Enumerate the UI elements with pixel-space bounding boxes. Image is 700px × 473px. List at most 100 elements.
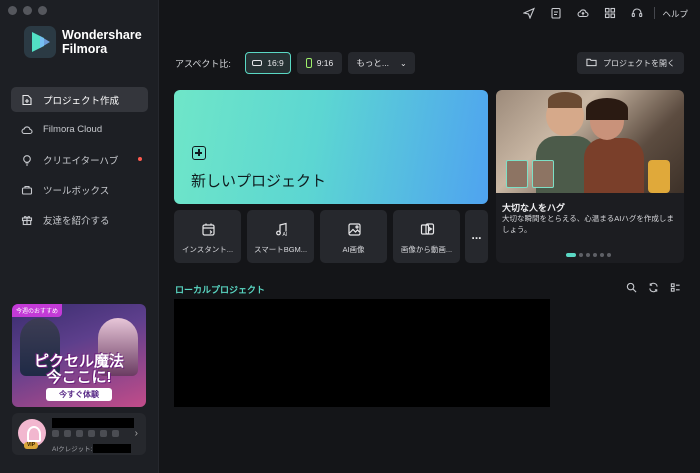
instant-mode-icon [200,221,216,237]
minimize-window-button[interactable] [23,6,32,15]
carousel-dot[interactable] [579,253,583,257]
feature-label: スマートBGM... [253,245,308,254]
grid-icon[interactable] [603,6,617,20]
sidebar-item-filmora-cloud[interactable]: Filmora Cloud [11,117,148,142]
sidebar-item-refer-friend[interactable]: 友達を紹介する [11,207,148,232]
sidebar: Wondershare Filmora プロジェクト作成 Filmora Clo… [0,0,159,473]
banner-image [496,90,684,193]
banner-title: 大切な人をハグ [502,203,566,213]
aspect-ratio-label: アスペクト比: [175,59,231,69]
local-projects-title: ローカルプロジェクト [175,285,266,295]
toolbox-icon [21,184,33,196]
aspect-9-16-button[interactable]: 9:16 [297,52,342,74]
new-project-label: 新しいプロジェクト [191,173,327,190]
vip-badge: VIP [24,442,38,449]
feature-label: インスタント... [181,245,234,254]
aspect-more-dropdown[interactable]: もっと... ⌄ [348,52,415,74]
benefit-icon [64,430,71,437]
promo-badge: 今週のおすすめ [12,304,63,317]
filmora-logo-icon [24,26,56,58]
carousel-dot[interactable] [600,253,604,257]
local-projects-tools [625,281,681,293]
feature-ai-image[interactable]: AI画像 [320,210,387,263]
chevron-down-icon: ⌄ [399,58,407,68]
image-to-video-icon [419,221,435,237]
maximize-window-button[interactable] [38,6,47,15]
promo-headline-line1: ピクセル魔法 [33,353,124,370]
benefit-icon [52,430,59,437]
lightbulb-icon [21,154,33,166]
project-create-icon [21,94,33,106]
promo-headline: ピクセル魔法 今ここに! [18,354,140,386]
more-features-button[interactable]: ... [465,210,488,263]
ai-credit: AIクレジット: [52,443,132,453]
chevron-right-icon[interactable]: › [135,428,138,439]
feature-image-to-video[interactable]: 画像から動画... [393,210,460,263]
promo-cta-button[interactable]: 今すぐ体験 [46,388,112,401]
sidebar-item-label: 友達を紹介する [43,215,110,227]
sidebar-item-project-create[interactable]: プロジェクト作成 [11,87,148,112]
gift-icon [21,214,33,226]
carousel-indicator [566,253,611,257]
carousel-dot[interactable] [586,253,590,257]
notification-dot [138,157,142,161]
benefit-icon [100,430,107,437]
promo-headline-line2: 今ここに! [46,369,112,386]
search-icon[interactable] [625,281,637,293]
portrait-icon [305,58,312,68]
open-project-button[interactable]: プロジェクトを開く [577,52,684,74]
feature-smart-bgm[interactable]: AI スマートBGM... [247,210,314,263]
top-toolbar [522,6,644,20]
new-project-button[interactable]: 新しいプロジェクト [174,90,488,204]
ai-credit-label: AIクレジット: [52,446,93,453]
refresh-icon[interactable] [647,281,659,293]
account-name-redacted [52,418,134,428]
support-icon[interactable] [630,6,644,20]
carousel-dot[interactable] [607,253,611,257]
feature-instant-mode[interactable]: インスタント... [174,210,241,263]
sidebar-item-label: ツールボックス [43,185,110,197]
logo-line1: Wondershare [62,28,142,42]
carousel-dot[interactable] [566,253,576,257]
top-bar: ヘルプ [159,0,700,26]
sidebar-item-creator-hub[interactable]: クリエイターハブ [11,147,148,172]
help-menu[interactable]: ヘルプ [662,8,688,20]
clipboard-icon[interactable] [549,6,563,20]
sidebar-item-label: クリエイターハブ [43,155,119,167]
cloud-icon [21,124,33,136]
app-logo: Wondershare Filmora [24,26,142,58]
landscape-icon [252,60,263,66]
aspect-option-label: 9:16 [316,58,334,68]
sidebar-item-label: Filmora Cloud [43,124,103,135]
feature-label: 画像から動画... [400,245,453,254]
ai-credit-value-redacted [93,443,132,453]
open-project-label: プロジェクトを開く [603,58,675,68]
banner-thumbnail [506,160,528,188]
feature-banner[interactable]: 大切な人をハグ 大切な瞬間をとらえる、心温まるAIハグを作成しましょう。 [496,90,684,263]
benefit-icon [76,430,83,437]
toolbar-divider [654,7,655,19]
cloud-upload-icon[interactable] [576,6,590,20]
benefit-icon [112,430,119,437]
ai-image-icon [346,221,362,237]
aspect-16-9-button[interactable]: 16:9 [245,52,291,74]
banner-description: 大切な瞬間をとらえる、心温まるAIハグを作成しましょう。 [502,214,674,234]
sidebar-nav: プロジェクト作成 Filmora Cloud クリエイターハブ ツールボックス [11,87,148,237]
smart-bgm-icon: AI [273,221,289,237]
close-window-button[interactable] [8,6,17,15]
sidebar-item-label: プロジェクト作成 [43,95,120,107]
account-panel[interactable]: VIP › AIクレジット: [12,413,146,455]
carousel-dot[interactable] [593,253,597,257]
sidebar-item-toolbox[interactable]: ツールボックス [11,177,148,202]
list-view-icon[interactable] [669,281,681,293]
window-controls [8,6,47,15]
banner-thumbnail [532,160,554,188]
promo-banner[interactable]: 今週のおすすめ ピクセル魔法 今ここに! 今すぐ体験 [12,304,146,407]
feature-label: AI画像 [342,245,365,254]
svg-text:AI: AI [282,232,287,237]
send-icon[interactable] [522,6,536,20]
aspect-option-label: 16:9 [267,58,284,68]
aspect-more-label: もっと... [356,58,389,68]
folder-icon [586,57,597,69]
local-projects-list [174,299,550,407]
